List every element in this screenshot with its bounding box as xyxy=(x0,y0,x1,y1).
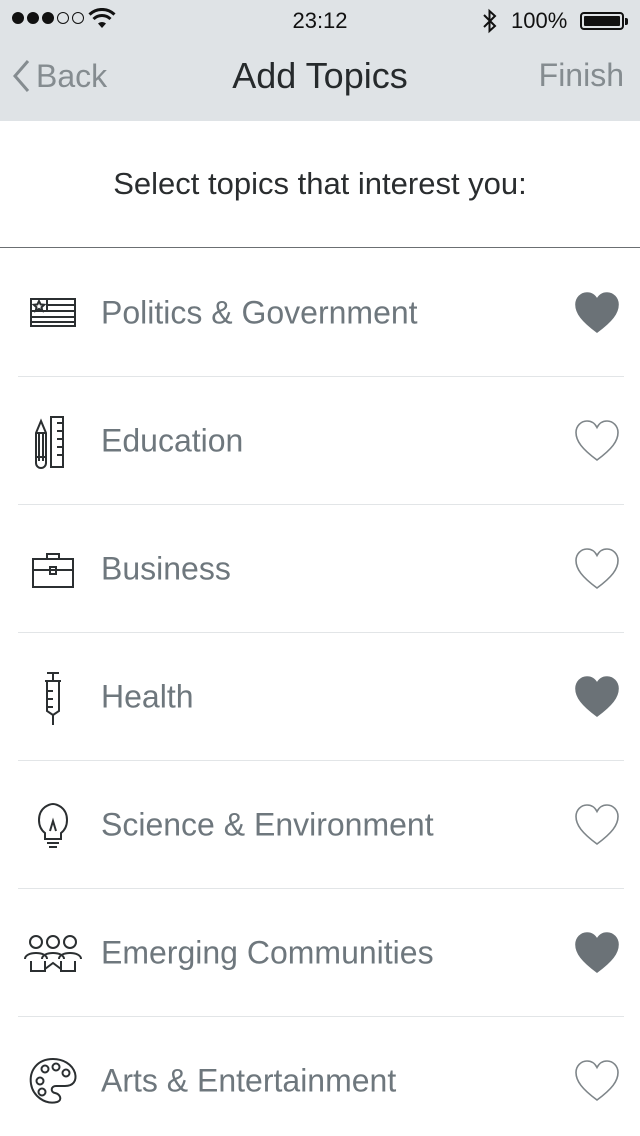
heart-filled-icon[interactable] xyxy=(574,675,620,719)
topic-row[interactable]: Health xyxy=(0,633,640,761)
heart-outline-icon[interactable] xyxy=(574,547,620,591)
flag-icon xyxy=(20,280,86,346)
topic-label: Education xyxy=(101,422,244,459)
topic-label: Emerging Communities xyxy=(101,934,434,971)
topic-row[interactable]: Arts & Entertainment xyxy=(0,1017,640,1136)
pencil-ruler-icon xyxy=(20,408,86,474)
heart-filled-icon[interactable] xyxy=(574,291,620,335)
topic-row[interactable]: Politics & Government xyxy=(0,248,640,377)
navigation-bar: 23:12 100% Back Add Topics Finish xyxy=(0,0,640,121)
battery-icon xyxy=(580,12,628,30)
heart-outline-icon[interactable] xyxy=(574,419,620,463)
heart-outline-icon[interactable] xyxy=(574,1059,620,1103)
instructions-text: Select topics that interest you: xyxy=(0,121,640,248)
heart-filled-icon[interactable] xyxy=(574,931,620,975)
topic-label: Arts & Entertainment xyxy=(101,1062,397,1099)
topic-label: Politics & Government xyxy=(101,294,418,330)
people-group-icon xyxy=(20,920,86,986)
bluetooth-icon xyxy=(483,8,497,34)
topic-row[interactable]: Emerging Communities xyxy=(0,889,640,1017)
topic-list: Politics & Government Education Business He… xyxy=(0,248,640,1136)
briefcase-icon xyxy=(20,536,86,602)
topic-row[interactable]: Business xyxy=(0,505,640,633)
topic-row[interactable]: Education xyxy=(0,377,640,505)
syringe-icon xyxy=(20,664,86,730)
heart-outline-icon[interactable] xyxy=(574,803,620,847)
topic-label: Business xyxy=(101,550,231,587)
topic-label: Science & Environment xyxy=(101,806,434,843)
topic-row[interactable]: Science & Environment xyxy=(0,761,640,889)
battery-level xyxy=(584,16,620,26)
lightbulb-icon xyxy=(20,792,86,858)
status-bar: 23:12 100% xyxy=(0,0,640,40)
battery-percentage: 100% xyxy=(511,8,568,33)
palette-icon xyxy=(20,1048,86,1114)
topic-label: Health xyxy=(101,678,194,715)
finish-button[interactable]: Finish xyxy=(539,57,624,94)
